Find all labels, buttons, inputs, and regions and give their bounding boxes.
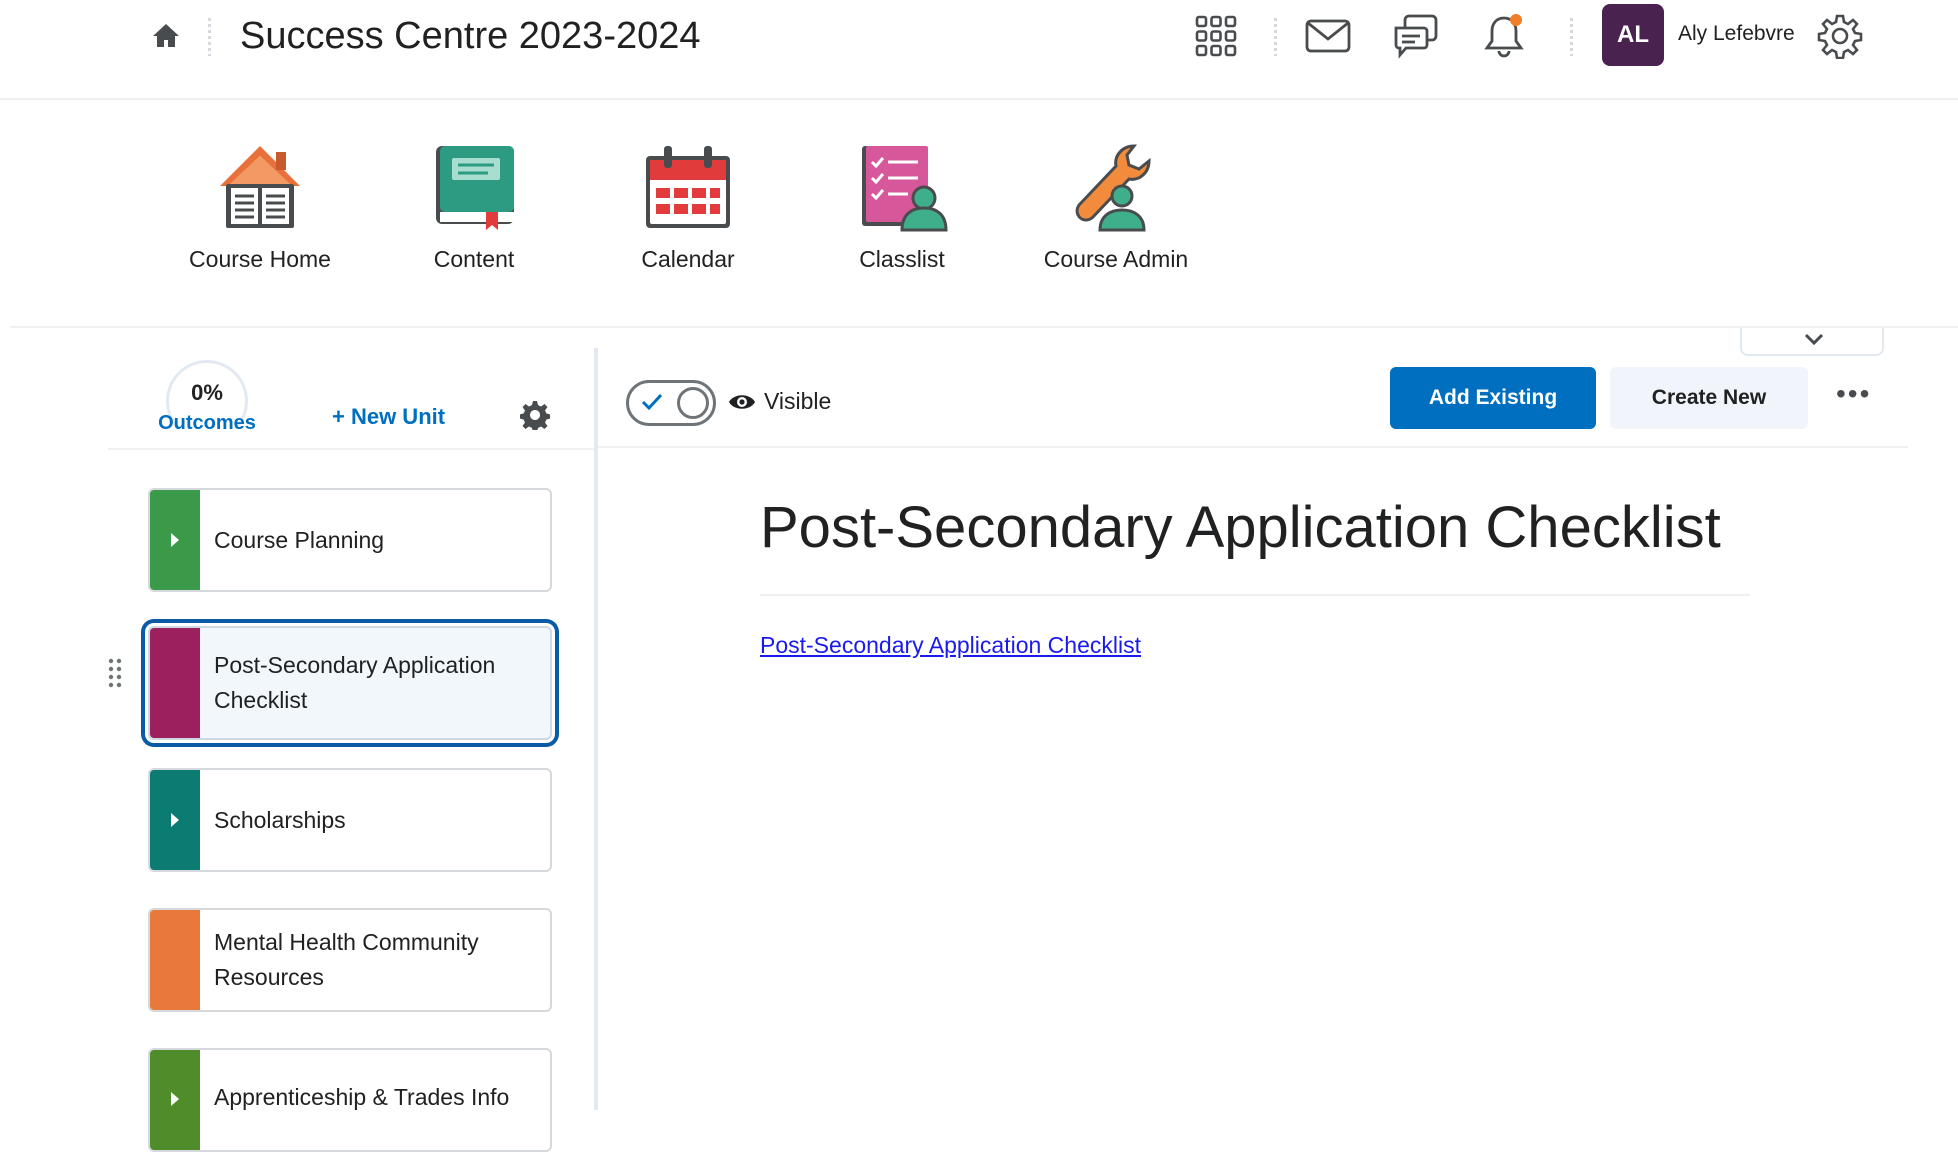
course-navbar: Course Home Content Calendar Classlist C… (10, 102, 1958, 328)
check-icon (641, 393, 663, 411)
create-new-button[interactable]: Create New (1610, 367, 1808, 429)
unit-label: Post-Secondary Application Checklist (214, 652, 496, 713)
gear-icon[interactable] (1816, 12, 1864, 60)
panel-divider-line (108, 448, 594, 450)
notification-dot (1510, 14, 1522, 26)
unit-card-selected[interactable]: Post-Secondary Application Checklist (148, 626, 552, 740)
visible-label: Visible (764, 388, 832, 414)
unit-color-strip[interactable] (150, 770, 200, 870)
toggle-knob (677, 387, 709, 419)
outcomes-percent: 0% (191, 380, 223, 405)
page-title: Post-Secondary Application Checklist (760, 495, 1721, 560)
nav-calendar[interactable]: Calendar (588, 142, 788, 292)
header-divider (1274, 18, 1277, 56)
unit-card[interactable]: Scholarships (148, 768, 552, 872)
visibility-toggle[interactable] (626, 380, 716, 426)
new-unit-button[interactable]: + New Unit (332, 404, 445, 430)
unit-label: Course Planning (214, 526, 385, 553)
unit-color-strip[interactable] (150, 490, 200, 590)
collapse-navbar-tab[interactable] (1740, 328, 1884, 356)
unit-label: Mental Health Community Resources (214, 929, 479, 990)
panel-splitter[interactable] (594, 348, 598, 1110)
waffle-icon[interactable] (1192, 12, 1240, 60)
unit-card[interactable]: Course Planning (148, 488, 552, 592)
home-icon[interactable] (150, 20, 182, 52)
outcomes-progress[interactable]: 0% Outcomes (152, 360, 262, 442)
chevron-down-icon (1804, 333, 1824, 346)
content-book-icon (436, 146, 514, 230)
more-options-button[interactable]: ••• (1836, 380, 1876, 412)
unit-color-strip (150, 910, 200, 1010)
nav-classlist[interactable]: Classlist (802, 142, 1002, 292)
title-divider-line (760, 594, 1750, 596)
top-header: Success Centre 2023-2024 AL Aly Lefebvre (0, 0, 1958, 100)
visibility-status: Visible (728, 388, 831, 415)
checklist-link[interactable]: Post-Secondary Application Checklist (760, 632, 1141, 659)
unit-color-strip[interactable] (150, 1050, 200, 1150)
unit-label: Scholarships (214, 806, 346, 833)
toolbar-divider-line (598, 446, 1908, 448)
unit-color-strip (150, 628, 200, 738)
unit-settings-gear-icon[interactable] (519, 400, 552, 432)
units-panel: 0% Outcomes + New Unit Course Planning P… (0, 330, 598, 1152)
course-admin-icon (1075, 144, 1151, 232)
nav-course-home[interactable]: Course Home (160, 142, 360, 292)
nav-content[interactable]: Content (374, 142, 574, 292)
nav-label: Classlist (859, 246, 945, 272)
header-divider (208, 18, 211, 56)
eye-icon (729, 394, 755, 409)
classlist-icon (862, 146, 948, 232)
calendar-icon (646, 146, 730, 228)
bell-icon[interactable] (1480, 12, 1528, 60)
chat-icon[interactable] (1392, 12, 1440, 60)
unit-card[interactable]: Apprenticeship & Trades Info (148, 1048, 552, 1152)
course-home-icon (220, 146, 300, 228)
header-divider (1570, 18, 1573, 56)
user-name[interactable]: Aly Lefebvre (1678, 22, 1795, 46)
nav-course-admin[interactable]: Course Admin (1016, 142, 1216, 292)
expand-caret-icon[interactable] (171, 1092, 179, 1106)
drag-handle-icon[interactable] (108, 658, 122, 688)
avatar[interactable]: AL (1602, 4, 1664, 66)
course-title[interactable]: Success Centre 2023-2024 (240, 12, 701, 60)
mail-icon[interactable] (1304, 12, 1352, 60)
nav-label: Course Home (189, 246, 331, 272)
unit-card[interactable]: Mental Health Community Resources (148, 908, 552, 1012)
outcomes-label: Outcomes (158, 412, 256, 434)
nav-label: Content (433, 246, 515, 272)
expand-caret-icon[interactable] (171, 813, 179, 827)
nav-label: Course Admin (1043, 246, 1189, 272)
expand-caret-icon[interactable] (171, 533, 179, 547)
unit-label: Apprenticeship & Trades Info (214, 1084, 510, 1110)
add-existing-button[interactable]: Add Existing (1390, 367, 1596, 429)
nav-label: Calendar (641, 246, 735, 272)
